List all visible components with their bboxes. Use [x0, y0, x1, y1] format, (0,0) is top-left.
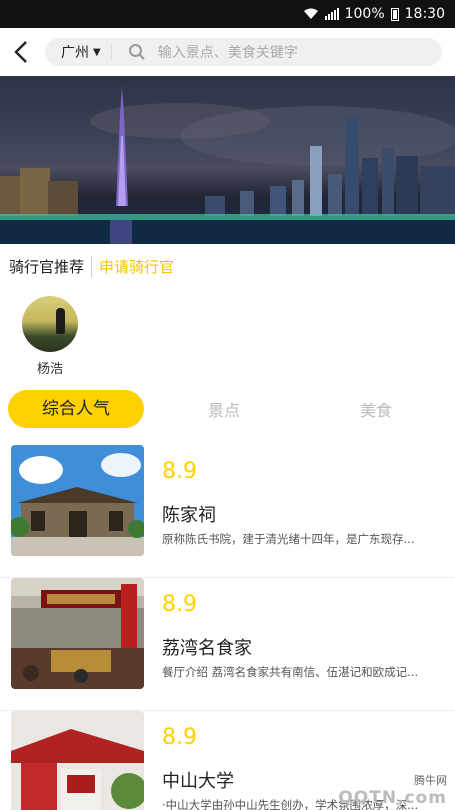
watermark-line2: QQTN.com: [338, 788, 447, 808]
back-button[interactable]: [0, 28, 44, 76]
battery-icon: [390, 7, 399, 21]
watermark-line1: 腾牛网: [414, 774, 447, 787]
place-score: 8.9: [162, 592, 197, 617]
city-label: 广州: [61, 45, 89, 61]
place-thumbnail: [11, 711, 144, 810]
place-thumbnail: [11, 445, 144, 556]
tab-popular[interactable]: 综合人气: [8, 390, 144, 428]
place-thumbnail: [11, 578, 144, 689]
avatar: [22, 296, 78, 352]
list-item[interactable]: 8.9 荔湾名食家 餐厅介绍 荔湾名食家共有南信、伍湛记和欧成记...: [0, 578, 455, 711]
tab-attractions[interactable]: 景点: [208, 397, 240, 421]
place-description: 原称陈氏书院，建于清光绪十四年，是广东现存...: [162, 532, 415, 546]
clock: 18:30: [404, 6, 445, 22]
banner-image: [0, 86, 455, 244]
list-item[interactable]: 8.9 陈家祠 原称陈氏书院，建于清光绪十四年，是广东现存...: [0, 445, 455, 578]
watermark: 腾牛网 QQTN.com: [338, 772, 447, 808]
place-name: 中山大学: [162, 771, 234, 792]
apply-rider-link[interactable]: 申请骑行官: [92, 256, 174, 277]
tab-food[interactable]: 美食: [360, 397, 392, 421]
city-banner[interactable]: [0, 76, 455, 244]
place-score: 8.9: [162, 725, 197, 750]
place-score: 8.9: [162, 459, 197, 484]
place-description: 餐厅介绍 荔湾名食家共有南信、伍湛记和欧成记...: [162, 665, 419, 679]
back-arrow-icon: [14, 41, 27, 63]
wifi-icon: [303, 8, 318, 19]
rider-section-title: 骑行官推荐: [9, 256, 93, 277]
city-selector[interactable]: 广州 ▼: [45, 44, 112, 61]
category-tabs: 综合人气 景点 美食: [8, 390, 448, 428]
rider-name: 杨浩: [36, 362, 63, 377]
caret-down-icon: ▼: [93, 46, 101, 58]
search-bar[interactable]: 广州 ▼ 输入景点、美食关键字: [45, 38, 442, 66]
search-icon: [128, 44, 145, 60]
top-bar: 广州 ▼ 输入景点、美食关键字: [0, 28, 455, 76]
status-bar: 100% 18:30: [0, 0, 455, 28]
battery-percent: 100%: [344, 6, 385, 22]
search-input[interactable]: 输入景点、美食关键字: [158, 42, 298, 62]
place-name: 陈家祠: [162, 505, 216, 526]
rider-section-header: 骑行官推荐 申请骑行官: [9, 256, 174, 277]
rider-card[interactable]: 杨浩: [22, 296, 78, 377]
place-name: 荔湾名食家: [162, 638, 252, 659]
signal-icon: [324, 8, 339, 20]
